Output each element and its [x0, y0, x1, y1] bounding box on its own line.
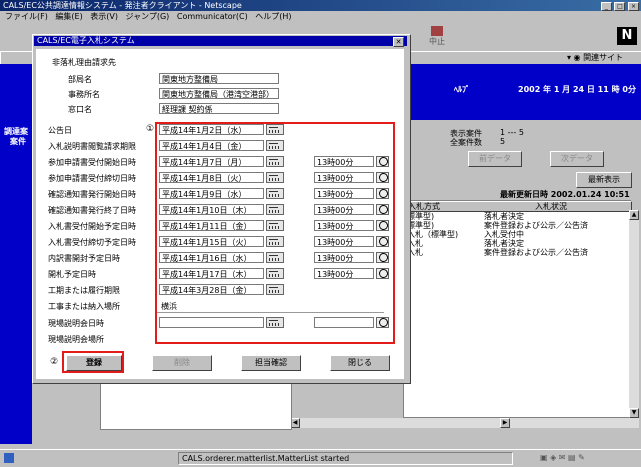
dialog-close-icon[interactable]: ✕ — [393, 37, 404, 47]
last-updated: 最新更新日時 2002.01.24 10:51 — [500, 190, 630, 199]
dialog-title: CALS/EC電子入札システム — [37, 36, 135, 45]
help-link[interactable]: ﾍﾙﾌﾟ — [454, 84, 470, 95]
horizontal-scrollbar[interactable]: ◀ ▶ — [290, 418, 639, 428]
status-bar: CALS.orderer.matterlist.MatterList start… — [0, 449, 641, 467]
highlight-dates — [155, 122, 395, 344]
stop-label: 中止 — [429, 37, 445, 46]
delete-button[interactable]: 削除 — [152, 355, 212, 371]
section-heading: 非落札理由請求先 — [52, 58, 116, 67]
netscape-logo: N — [617, 27, 637, 45]
marker-2: ② — [50, 357, 59, 367]
header-datetime: 2002 年 1 月 24 日 11 時 0分 — [518, 85, 636, 94]
date-label: 内訳書開封予定日時 — [48, 254, 120, 263]
place-label: 工事または納入場所 — [48, 302, 120, 311]
minimize-icon[interactable]: _ — [600, 2, 612, 11]
menu-help[interactable]: ヘルプ(H) — [255, 11, 291, 23]
display-count-value: 1 --- 5 — [500, 128, 524, 137]
menu-bar: ファイル(F) 編集(E) 表示(V) ジャンプ(G) Communicator… — [0, 11, 641, 23]
bid-dialog: CALS/EC電子入札システム ✕ 非落札理由請求先 部局名 関東地方整備局 事… — [32, 34, 411, 384]
marker-1: ① — [146, 124, 155, 134]
matter-table: 入札方式 入札状況 標準型) 落札者決定 標準型) 案件登録および公示／公告済 入札… — [403, 200, 632, 418]
left-panel: 調達案 案件 — [0, 64, 32, 444]
menu-edit[interactable]: 編集(E) — [55, 11, 82, 23]
summary-panel: 表示案件 1 --- 5 全案件数 5 前データ 次データ 最新表示 最新更新日… — [400, 120, 641, 200]
table-row[interactable]: 入札 落札者決定 — [404, 239, 630, 248]
table-row[interactable]: 入札（標準型) 入札受付中 — [404, 230, 630, 239]
menu-file[interactable]: ファイル(F) — [5, 11, 48, 23]
table-header: 入札方式 入札状況 — [404, 201, 632, 212]
window-controls: _ □ × — [600, 1, 639, 11]
highlight-register — [62, 351, 124, 373]
prev-data-button[interactable]: 前データ — [468, 151, 522, 167]
date-label: 参加申請書受付締切日時 — [48, 174, 136, 183]
window-titlebar: CALS/EC公共調達情報システム - 発注者クライアント - Netscape… — [0, 0, 641, 11]
date-label: 工期または履行期限 — [48, 286, 120, 295]
date-label: 入札書受付締切予定日時 — [48, 238, 136, 247]
next-data-button[interactable]: 次データ — [550, 151, 604, 167]
date-label: 確認通知書発行終了日時 — [48, 206, 136, 215]
related-sites[interactable]: ▾ ◉ 関連サイト — [567, 53, 623, 63]
header-panel: ﾍﾙﾌﾟ 2002 年 1 月 24 日 11 時 0分 — [400, 64, 641, 120]
security-icon — [4, 453, 14, 463]
left-panel-sub: 案件 — [10, 137, 26, 146]
date-label: 確認通知書発行開始日時 — [48, 190, 136, 199]
office-label: 事務所名 — [68, 90, 100, 99]
table-row[interactable]: 標準型) 案件登録および公示／公告済 — [404, 221, 630, 230]
window-title: CALS/EC公共調達情報システム - 発注者クライアント - Netscape — [3, 1, 242, 10]
date-label: 入札説明書閲覧請求期限 — [48, 142, 136, 151]
lower-left-pane — [100, 382, 292, 430]
dept-field[interactable]: 関東地方整備局 — [159, 73, 279, 84]
confirm-staff-button[interactable]: 担当確認 — [241, 355, 301, 371]
date-label-notice: 公告日 — [48, 126, 72, 135]
date-label: 参加申請書受付開始日時 — [48, 158, 136, 167]
dialog-form: 非落札理由請求先 部局名 関東地方整備局 事務所名 関東地方整備局（港湾空港部）… — [36, 49, 404, 379]
stop-button[interactable]: 中止 — [424, 26, 450, 48]
briefing-date-label: 現場説明会日時 — [48, 319, 104, 328]
col-status-header: 入札状況 — [535, 202, 567, 211]
menu-view[interactable]: 表示(V) — [90, 11, 118, 23]
status-icons: ▣ ◈ ✉ ▤ ✎ — [540, 453, 585, 462]
close-button[interactable]: 閉じる — [330, 355, 390, 371]
window-field[interactable]: 経理課 契約係 — [159, 103, 279, 114]
scroll-up-icon[interactable]: ▲ — [629, 210, 639, 220]
briefing-place-label: 現場説明会場所 — [48, 335, 104, 344]
total-count-value: 5 — [500, 137, 506, 146]
window-label: 窓口名 — [68, 105, 92, 114]
col-method-header: 入札方式 — [408, 202, 440, 211]
menu-communicator[interactable]: Communicator(C) — [177, 11, 248, 23]
dept-label: 部局名 — [68, 75, 92, 84]
status-text: CALS.orderer.matterlist.MatterList start… — [178, 452, 513, 465]
table-vertical-scrollbar[interactable]: ▲ ▼ — [629, 210, 639, 418]
date-label: 入札書受付開始予定日時 — [48, 222, 136, 231]
maximize-icon[interactable]: □ — [614, 2, 626, 11]
total-count-label: 全案件数 — [450, 138, 482, 147]
stop-icon — [431, 26, 443, 36]
table-row[interactable]: 標準型) 落札者決定 — [404, 212, 630, 221]
scroll-right-icon[interactable]: ▶ — [500, 418, 510, 428]
date-label: 開札予定日時 — [48, 270, 96, 279]
menu-go[interactable]: ジャンプ(G) — [126, 11, 170, 23]
close-icon[interactable]: × — [628, 2, 639, 11]
scroll-down-icon[interactable]: ▼ — [629, 408, 639, 418]
dialog-titlebar: CALS/EC電子入札システム ✕ — [34, 36, 407, 47]
latest-display-button[interactable]: 最新表示 — [576, 172, 632, 188]
office-field[interactable]: 関東地方整備局（港湾空港部） — [159, 88, 279, 99]
table-row[interactable]: 入札 案件登録および公示／公告済 — [404, 248, 630, 257]
